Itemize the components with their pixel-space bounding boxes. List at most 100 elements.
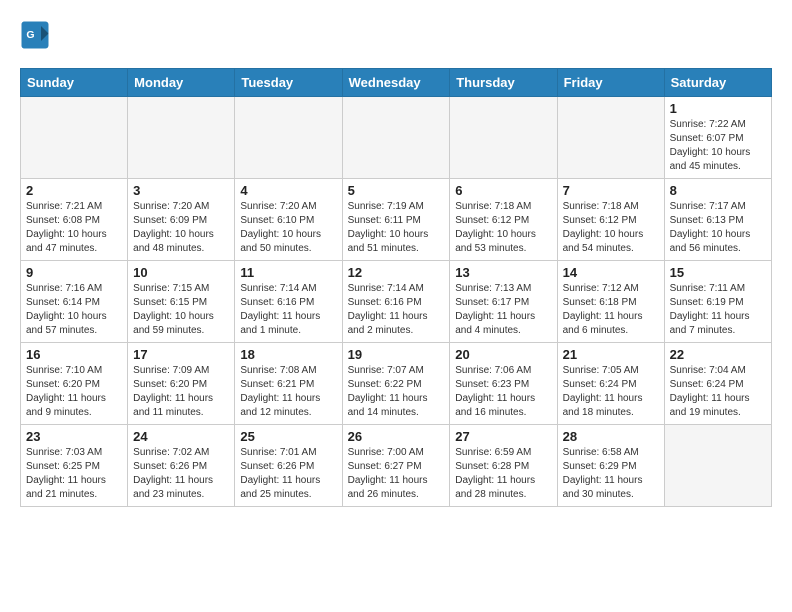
day-cell: 21 Sunrise: 7:05 AM Sunset: 6:24 PM Dayli… (557, 343, 664, 425)
weekday-header-wednesday: Wednesday (342, 69, 450, 97)
day-cell: 17 Sunrise: 7:09 AM Sunset: 6:20 PM Dayli… (128, 343, 235, 425)
day-cell: 12 Sunrise: 7:14 AM Sunset: 6:16 PM Dayli… (342, 261, 450, 343)
day-info: Sunrise: 7:16 AM Sunset: 6:14 PM Dayligh… (26, 282, 122, 338)
svg-text:G: G (26, 29, 34, 41)
day-number: 23 (26, 429, 122, 444)
day-cell: 7 Sunrise: 7:18 AM Sunset: 6:12 PM Daylig… (557, 179, 664, 261)
day-number: 21 (563, 347, 659, 362)
logo-icon: G (20, 20, 50, 50)
day-cell (235, 97, 342, 179)
day-cell: 4Sunrise: 7:20 AM Sunset: 6:10 PM Daylig… (235, 179, 342, 261)
day-cell: 27 Sunrise: 6:59 AM Sunset: 6:28 PM Dayli… (450, 425, 557, 507)
day-info: Sunrise: 7:04 AM Sunset: 6:24 PM Dayligh… (670, 364, 766, 420)
day-info: Sunrise: 7:00 AM Sunset: 6:27 PM Dayligh… (348, 446, 445, 502)
day-number: 22 (670, 347, 766, 362)
day-cell (21, 97, 128, 179)
day-info: Sunrise: 7:18 AM Sunset: 6:12 PM Dayligh… (455, 200, 551, 256)
day-info: Sunrise: 7:15 AM Sunset: 6:15 PM Dayligh… (133, 282, 229, 338)
logo: G (20, 20, 54, 50)
day-cell: 19 Sunrise: 7:07 AM Sunset: 6:22 PM Dayli… (342, 343, 450, 425)
day-number: 2 (26, 183, 122, 198)
day-number: 10 (133, 265, 229, 280)
day-cell: 15 Sunrise: 7:11 AM Sunset: 6:19 PM Dayli… (664, 261, 771, 343)
day-cell (664, 425, 771, 507)
day-cell: 20 Sunrise: 7:06 AM Sunset: 6:23 PM Dayli… (450, 343, 557, 425)
day-number: 24 (133, 429, 229, 444)
day-cell: 25 Sunrise: 7:01 AM Sunset: 6:26 PM Dayli… (235, 425, 342, 507)
day-number: 9 (26, 265, 122, 280)
day-cell: 16Sunrise: 7:10 AM Sunset: 6:20 PM Dayli… (21, 343, 128, 425)
week-row-1: 1 Sunrise: 7:22 AM Sunset: 6:07 PM Daylig… (21, 97, 772, 179)
weekday-header-monday: Monday (128, 69, 235, 97)
day-number: 19 (348, 347, 445, 362)
day-cell (557, 97, 664, 179)
day-info: Sunrise: 7:14 AM Sunset: 6:16 PM Dayligh… (348, 282, 445, 338)
day-info: Sunrise: 7:19 AM Sunset: 6:11 PM Dayligh… (348, 200, 445, 256)
day-number: 1 (670, 101, 766, 116)
day-number: 8 (670, 183, 766, 198)
day-number: 11 (240, 265, 336, 280)
day-info: Sunrise: 6:58 AM Sunset: 6:29 PM Dayligh… (563, 446, 659, 502)
day-number: 3 (133, 183, 229, 198)
day-cell: 3 Sunrise: 7:20 AM Sunset: 6:09 PM Daylig… (128, 179, 235, 261)
day-number: 14 (563, 265, 659, 280)
day-info: Sunrise: 7:22 AM Sunset: 6:07 PM Dayligh… (670, 118, 766, 174)
day-cell: 2 Sunrise: 7:21 AM Sunset: 6:08 PM Daylig… (21, 179, 128, 261)
day-cell: 18 Sunrise: 7:08 AM Sunset: 6:21 PM Dayli… (235, 343, 342, 425)
day-number: 12 (348, 265, 445, 280)
day-info: Sunrise: 7:18 AM Sunset: 6:12 PM Dayligh… (563, 200, 659, 256)
week-row-2: 2 Sunrise: 7:21 AM Sunset: 6:08 PM Daylig… (21, 179, 772, 261)
day-info: Sunrise: 7:06 AM Sunset: 6:23 PM Dayligh… (455, 364, 551, 420)
day-number: 5 (348, 183, 445, 198)
weekday-header-row: SundayMondayTuesdayWednesdayThursdayFrid… (21, 69, 772, 97)
day-number: 15 (670, 265, 766, 280)
day-number: 25 (240, 429, 336, 444)
day-cell (128, 97, 235, 179)
day-cell: 22 Sunrise: 7:04 AM Sunset: 6:24 PM Dayli… (664, 343, 771, 425)
day-number: 6 (455, 183, 551, 198)
weekday-header-tuesday: Tuesday (235, 69, 342, 97)
day-info: Sunrise: 7:20 AM Sunset: 6:09 PM Dayligh… (133, 200, 229, 256)
day-cell: 24 Sunrise: 7:02 AM Sunset: 6:26 PM Dayli… (128, 425, 235, 507)
day-number: 26 (348, 429, 445, 444)
day-cell: 28 Sunrise: 6:58 AM Sunset: 6:29 PM Dayli… (557, 425, 664, 507)
day-cell: 1 Sunrise: 7:22 AM Sunset: 6:07 PM Daylig… (664, 97, 771, 179)
day-cell: 9 Sunrise: 7:16 AM Sunset: 6:14 PM Daylig… (21, 261, 128, 343)
weekday-header-friday: Friday (557, 69, 664, 97)
day-info: Sunrise: 7:03 AM Sunset: 6:25 PM Dayligh… (26, 446, 122, 502)
day-cell (450, 97, 557, 179)
day-info: Sunrise: 7:17 AM Sunset: 6:13 PM Dayligh… (670, 200, 766, 256)
day-number: 4 (240, 183, 336, 198)
day-number: 13 (455, 265, 551, 280)
day-info: Sunrise: 7:01 AM Sunset: 6:26 PM Dayligh… (240, 446, 336, 502)
day-cell: 13Sunrise: 7:13 AM Sunset: 6:17 PM Dayli… (450, 261, 557, 343)
day-info: Sunrise: 7:21 AM Sunset: 6:08 PM Dayligh… (26, 200, 122, 256)
day-number: 20 (455, 347, 551, 362)
week-row-4: 16Sunrise: 7:10 AM Sunset: 6:20 PM Dayli… (21, 343, 772, 425)
day-info: Sunrise: 7:08 AM Sunset: 6:21 PM Dayligh… (240, 364, 336, 420)
day-info: Sunrise: 7:09 AM Sunset: 6:20 PM Dayligh… (133, 364, 229, 420)
week-row-5: 23 Sunrise: 7:03 AM Sunset: 6:25 PM Dayli… (21, 425, 772, 507)
day-number: 17 (133, 347, 229, 362)
day-cell (342, 97, 450, 179)
day-number: 18 (240, 347, 336, 362)
day-info: Sunrise: 6:59 AM Sunset: 6:28 PM Dayligh… (455, 446, 551, 502)
day-info: Sunrise: 7:14 AM Sunset: 6:16 PM Dayligh… (240, 282, 336, 338)
day-cell: 8 Sunrise: 7:17 AM Sunset: 6:13 PM Daylig… (664, 179, 771, 261)
weekday-header-thursday: Thursday (450, 69, 557, 97)
week-row-3: 9 Sunrise: 7:16 AM Sunset: 6:14 PM Daylig… (21, 261, 772, 343)
day-info: Sunrise: 7:02 AM Sunset: 6:26 PM Dayligh… (133, 446, 229, 502)
day-info: Sunrise: 7:11 AM Sunset: 6:19 PM Dayligh… (670, 282, 766, 338)
day-cell: 10 Sunrise: 7:15 AM Sunset: 6:15 PM Dayli… (128, 261, 235, 343)
day-number: 27 (455, 429, 551, 444)
day-cell: 23 Sunrise: 7:03 AM Sunset: 6:25 PM Dayli… (21, 425, 128, 507)
day-cell: 5 Sunrise: 7:19 AM Sunset: 6:11 PM Daylig… (342, 179, 450, 261)
weekday-header-sunday: Sunday (21, 69, 128, 97)
day-number: 28 (563, 429, 659, 444)
weekday-header-saturday: Saturday (664, 69, 771, 97)
day-info: Sunrise: 7:05 AM Sunset: 6:24 PM Dayligh… (563, 364, 659, 420)
day-number: 7 (563, 183, 659, 198)
day-info: Sunrise: 7:07 AM Sunset: 6:22 PM Dayligh… (348, 364, 445, 420)
day-cell: 14Sunrise: 7:12 AM Sunset: 6:18 PM Dayli… (557, 261, 664, 343)
day-cell: 6 Sunrise: 7:18 AM Sunset: 6:12 PM Daylig… (450, 179, 557, 261)
